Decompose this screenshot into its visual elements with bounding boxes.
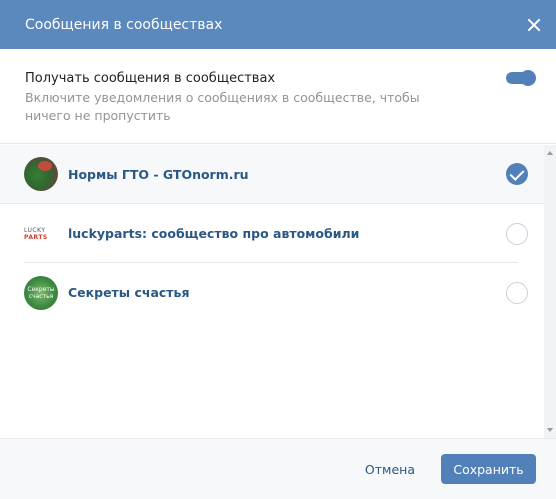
list-item-gto[interactable]: Нормы ГТО - GTOnorm.ru [0, 145, 544, 204]
receive-messages-toggle[interactable] [506, 70, 536, 86]
scroll-up-arrow-icon[interactable] [547, 151, 553, 155]
dialog-header: Сообщения в сообществах [0, 0, 556, 49]
checkmark-icon[interactable] [506, 163, 528, 185]
toggle-knob [520, 70, 536, 86]
dialog-title: Сообщения в сообществах [25, 16, 223, 33]
close-icon[interactable] [524, 15, 544, 35]
community-name: luckyparts: сообщество про автомобили [68, 226, 360, 241]
community-name: Секреты счастья [68, 285, 190, 300]
gto-avatar [24, 157, 58, 191]
community-name: Нормы ГТО - GTOnorm.ru [68, 166, 249, 182]
save-button[interactable]: Сохранить [441, 454, 536, 484]
community-list: Нормы ГТО - GTOnorm.ru LUCKY PARTS lucky… [0, 145, 544, 438]
dialog: Сообщения в сообществах Получать сообщен… [0, 0, 556, 499]
luckyparts-avatar: LUCKY PARTS [24, 216, 58, 251]
setting-hint: Включите уведомления о сообщениях в сооб… [25, 90, 420, 123]
list-item-luckyparts[interactable]: LUCKY PARTS luckyparts: сообщество про а… [0, 204, 544, 263]
list-item-secrets[interactable]: Секреты счастья Секреты счастья [0, 263, 544, 322]
radio-circle-icon[interactable] [506, 222, 528, 245]
radio-circle-icon[interactable] [506, 281, 528, 304]
scroll-down-arrow-icon[interactable] [547, 428, 553, 432]
avatar-text-parts: PARTS [24, 233, 48, 241]
avatar-text-line1: Секреты [27, 285, 55, 293]
secrets-avatar: Секреты счастья [24, 275, 58, 310]
receive-messages-setting: Получать сообщения в сообществах Включит… [0, 49, 556, 144]
setting-label: Получать сообщения в сообществах [25, 71, 276, 86]
list-scrollbar[interactable] [544, 145, 556, 438]
dialog-footer: Отмена Сохранить [0, 438, 556, 499]
avatar-text-line2: счастья [28, 292, 54, 300]
cancel-button[interactable]: Отмена [365, 462, 415, 477]
avatar-text-lucky: LUCKY [24, 226, 46, 234]
